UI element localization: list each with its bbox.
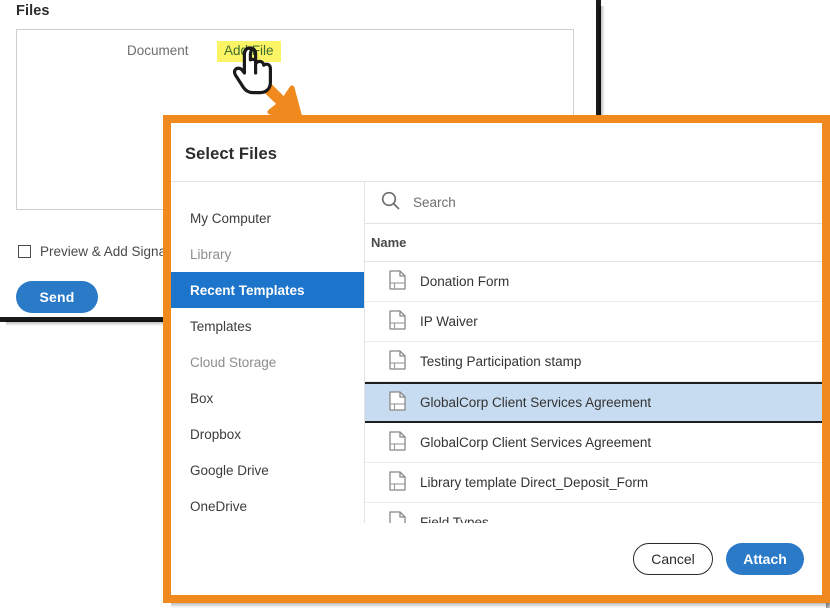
file-list-row[interactable]: Library template Direct_Deposit_Form	[365, 463, 822, 503]
document-label: Document	[127, 43, 189, 58]
sidebar-item-onedrive[interactable]: OneDrive	[171, 488, 364, 524]
preview-checkbox-label: Preview & Add Signa	[40, 244, 166, 259]
sidebar-item-my-computer[interactable]: My Computer	[171, 200, 364, 236]
file-name: Library template Direct_Deposit_Form	[420, 475, 648, 490]
dialog-title: Select Files	[185, 145, 277, 164]
sidebar-section-header: Cloud Storage	[171, 344, 364, 380]
document-icon	[389, 431, 406, 454]
sidebar-item-google-drive[interactable]: Google Drive	[171, 452, 364, 488]
file-name: Testing Participation stamp	[420, 354, 581, 369]
document-icon	[389, 391, 406, 414]
sidebar-section-header: Library	[171, 236, 364, 272]
document-icon	[389, 310, 406, 333]
file-name: Donation Form	[420, 274, 509, 289]
preview-checkbox[interactable]	[18, 245, 31, 258]
file-name: GlobalCorp Client Services Agreement	[420, 435, 651, 450]
send-button[interactable]: Send	[16, 281, 98, 313]
file-list-row[interactable]: Donation Form	[365, 262, 822, 302]
dialog-sidebar: My ComputerLibraryRecent TemplatesTempla…	[171, 182, 365, 538]
search-icon	[381, 191, 400, 215]
file-list-column-header: Name	[365, 224, 822, 262]
dialog-footer: Cancel Attach	[171, 523, 822, 595]
file-list-row[interactable]: GlobalCorp Client Services Agreement	[365, 382, 822, 423]
sidebar-item-box[interactable]: Box	[171, 380, 364, 416]
dialog-right-pane: Name Donation Form IP Waiver Testing Parti…	[365, 182, 822, 538]
search-bar[interactable]	[365, 182, 822, 224]
attach-button[interactable]: Attach	[726, 543, 804, 575]
sidebar-item-recent-templates[interactable]: Recent Templates	[171, 272, 364, 308]
select-files-dialog: Select Files My ComputerLibraryRecent Te…	[163, 115, 830, 603]
file-list-row[interactable]: GlobalCorp Client Services Agreement	[365, 423, 822, 463]
file-list-row[interactable]: IP Waiver	[365, 302, 822, 342]
document-icon	[389, 471, 406, 494]
document-icon	[389, 270, 406, 293]
column-header-name: Name	[371, 235, 406, 250]
cancel-button[interactable]: Cancel	[633, 543, 713, 575]
sidebar-item-dropbox[interactable]: Dropbox	[171, 416, 364, 452]
document-icon	[389, 350, 406, 373]
sidebar-item-templates[interactable]: Templates	[171, 308, 364, 344]
file-list: Donation Form IP Waiver Testing Participat…	[365, 262, 822, 538]
add-file-button[interactable]: Add File	[217, 41, 281, 62]
file-name: IP Waiver	[420, 314, 478, 329]
dialog-body: My ComputerLibraryRecent TemplatesTempla…	[171, 181, 822, 538]
file-list-row[interactable]: Testing Participation stamp	[365, 342, 822, 382]
search-input[interactable]	[411, 194, 768, 211]
files-section-title: Files	[16, 3, 50, 19]
preview-add-signature-row[interactable]: Preview & Add Signa	[18, 244, 166, 259]
file-name: GlobalCorp Client Services Agreement	[420, 395, 651, 410]
